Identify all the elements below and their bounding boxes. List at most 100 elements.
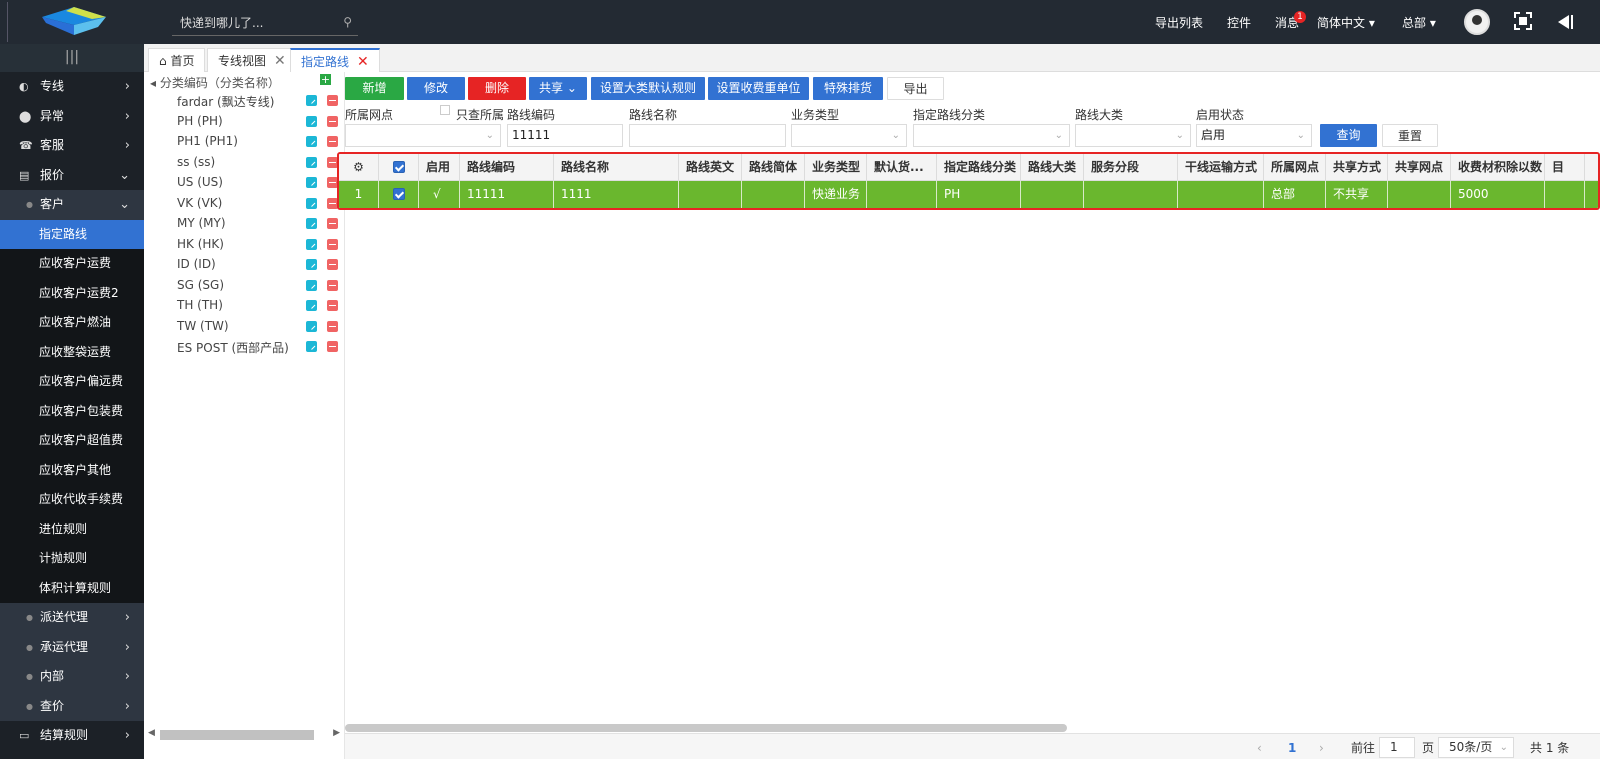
sidebar-item-assigned-route[interactable]: 指定路线: [0, 219, 144, 249]
prev-page-icon[interactable]: ‹: [1257, 738, 1262, 758]
close-icon[interactable]: ✕: [357, 54, 369, 70]
current-page[interactable]: 1: [1288, 738, 1296, 758]
delete-icon[interactable]: [327, 279, 338, 291]
delete-icon[interactable]: [327, 238, 338, 250]
user-avatar[interactable]: [1464, 9, 1490, 35]
edit-icon[interactable]: [306, 197, 317, 209]
sidebar-item-exception[interactable]: ⬤ 异常 ›: [0, 102, 144, 132]
column-header[interactable]: 收费材积除以数: [1451, 154, 1545, 181]
tree-item[interactable]: PH (PH): [144, 112, 344, 132]
edit-icon[interactable]: [306, 259, 317, 270]
special-sort-button[interactable]: 特殊排货: [813, 77, 883, 100]
sidebar-item-ar-remote[interactable]: 应收客户偏远费: [0, 367, 144, 397]
tree-item[interactable]: ss (ss): [144, 153, 344, 173]
column-header[interactable]: 共享方式: [1326, 154, 1388, 181]
sidebar-item-rounding-rule[interactable]: 进位规则: [0, 514, 144, 544]
delete-icon[interactable]: [327, 95, 338, 106]
delete-icon[interactable]: [327, 136, 338, 147]
reset-button[interactable]: 重置: [1382, 124, 1438, 147]
status-select[interactable]: 启用 ⌄: [1196, 124, 1312, 147]
edit-button[interactable]: 修改: [407, 77, 465, 100]
sidebar-item-ar-premium[interactable]: 应收客户超值费: [0, 426, 144, 456]
tree-item[interactable]: HK (HK): [144, 235, 344, 255]
tree-item[interactable]: MY (MY): [144, 214, 344, 234]
column-header[interactable]: 路线名称: [554, 154, 679, 181]
fullscreen-icon[interactable]: [1514, 12, 1532, 30]
language-select[interactable]: 简体中文 ▾: [1317, 14, 1375, 31]
delete-icon[interactable]: [327, 300, 338, 311]
delete-icon[interactable]: [327, 341, 338, 352]
tree-item[interactable]: ES POST (西部产品): [144, 337, 344, 357]
branch-select[interactable]: ⌄: [345, 124, 501, 147]
edit-icon[interactable]: [306, 320, 317, 332]
column-header[interactable]: 默认货...: [867, 154, 937, 181]
sidebar-item-ar-other[interactable]: 应收客户其他: [0, 455, 144, 485]
search-input[interactable]: [172, 12, 332, 34]
edit-icon[interactable]: [306, 95, 317, 106]
row-checkbox[interactable]: [379, 181, 419, 208]
delete-icon[interactable]: [327, 115, 338, 127]
tree-item[interactable]: fardar (飘达专线): [144, 91, 344, 111]
sidebar-item-settlement[interactable]: ▭ 结算规则 ›: [0, 721, 144, 751]
tab-assigned-route[interactable]: 指定路线 ✕: [290, 48, 380, 72]
collapse-panel-icon[interactable]: [1556, 13, 1574, 31]
tree-header[interactable]: ◂ 分类编码（分类名称）: [150, 74, 280, 91]
sidebar-item-ar-packaging[interactable]: 应收客户包装费: [0, 396, 144, 426]
sidebar-item-internal[interactable]: ● 内部 ›: [0, 662, 144, 692]
tab-home[interactable]: ⌂ 首页: [148, 48, 206, 72]
sidebar-item-zhuanxian[interactable]: ◐ 专线 ›: [0, 72, 144, 102]
scroll-right-icon[interactable]: ▶: [333, 728, 340, 738]
route-name-input[interactable]: [629, 124, 786, 147]
sidebar-item-price-check[interactable]: ● 查价 ›: [0, 691, 144, 721]
edit-icon[interactable]: [306, 136, 317, 147]
menu-toggle-icon[interactable]: |||: [0, 44, 144, 72]
column-header[interactable]: 干线运输方式: [1178, 154, 1264, 181]
edit-icon[interactable]: [306, 341, 317, 352]
tree-item[interactable]: US (US): [144, 173, 344, 193]
tree-item[interactable]: TH (TH): [144, 296, 344, 316]
column-header[interactable]: 业务类型: [805, 154, 867, 181]
delete-icon[interactable]: [327, 320, 338, 332]
only-own-checkbox[interactable]: [440, 105, 450, 115]
column-header[interactable]: 路线大类: [1021, 154, 1084, 181]
column-header[interactable]: 路线英文: [679, 154, 742, 181]
tab-line-view[interactable]: 专线视图 ✕: [207, 48, 297, 72]
scroll-thumb[interactable]: [160, 730, 314, 740]
set-default-rule-button[interactable]: 设置大类默认规则: [591, 77, 705, 100]
tree-item[interactable]: SG (SG): [144, 276, 344, 296]
tree-scrollbar[interactable]: ◀ ▶: [146, 728, 342, 742]
sidebar-item-ar-freight2[interactable]: 应收客户运费2: [0, 278, 144, 308]
biz-type-select[interactable]: ⌄: [791, 124, 907, 147]
column-header[interactable]: 目: [1545, 154, 1585, 181]
edit-icon[interactable]: [306, 156, 317, 168]
export-list-link[interactable]: 导出列表: [1155, 14, 1203, 31]
scroll-thumb[interactable]: [345, 724, 1067, 732]
page-size-select[interactable]: 50条/页 ⌄: [1438, 737, 1514, 758]
route-class-select[interactable]: ⌄: [1075, 124, 1191, 147]
edit-icon[interactable]: [306, 115, 317, 127]
add-category-icon[interactable]: +: [320, 74, 331, 85]
close-icon[interactable]: ✕: [274, 53, 286, 69]
sidebar-item-delivery-agent[interactable]: ● 派送代理 ›: [0, 603, 144, 633]
org-select[interactable]: 总部 ▾: [1402, 14, 1436, 31]
next-page-icon[interactable]: ›: [1319, 738, 1324, 758]
export-button[interactable]: 导出: [887, 77, 944, 100]
scroll-left-icon[interactable]: ◀: [148, 728, 155, 738]
edit-icon[interactable]: [306, 300, 317, 311]
set-fee-unit-button[interactable]: 设置收费重单位: [708, 77, 809, 100]
query-button[interactable]: 查询: [1320, 124, 1377, 147]
edit-icon[interactable]: [306, 238, 317, 250]
delete-icon[interactable]: [327, 218, 338, 229]
sidebar-item-customer[interactable]: ● 客户 ⌄: [0, 190, 144, 220]
delete-button[interactable]: 删除: [468, 77, 526, 100]
sidebar-item-bag-freight[interactable]: 应收整袋运费: [0, 337, 144, 367]
sidebar-item-dim-weight-rule[interactable]: 计抛规则: [0, 544, 144, 574]
tree-item[interactable]: TW (TW): [144, 317, 344, 337]
tree-item[interactable]: ID (ID): [144, 255, 344, 275]
goto-input[interactable]: 1: [1379, 737, 1415, 758]
column-header[interactable]: 服务分段: [1084, 154, 1178, 181]
controls-link[interactable]: 控件: [1227, 14, 1251, 31]
sidebar-item-service[interactable]: ☎ 客服 ›: [0, 131, 144, 161]
sidebar-item-ar-fuel[interactable]: 应收客户燃油: [0, 308, 144, 338]
column-header[interactable]: 路线简体: [742, 154, 805, 181]
